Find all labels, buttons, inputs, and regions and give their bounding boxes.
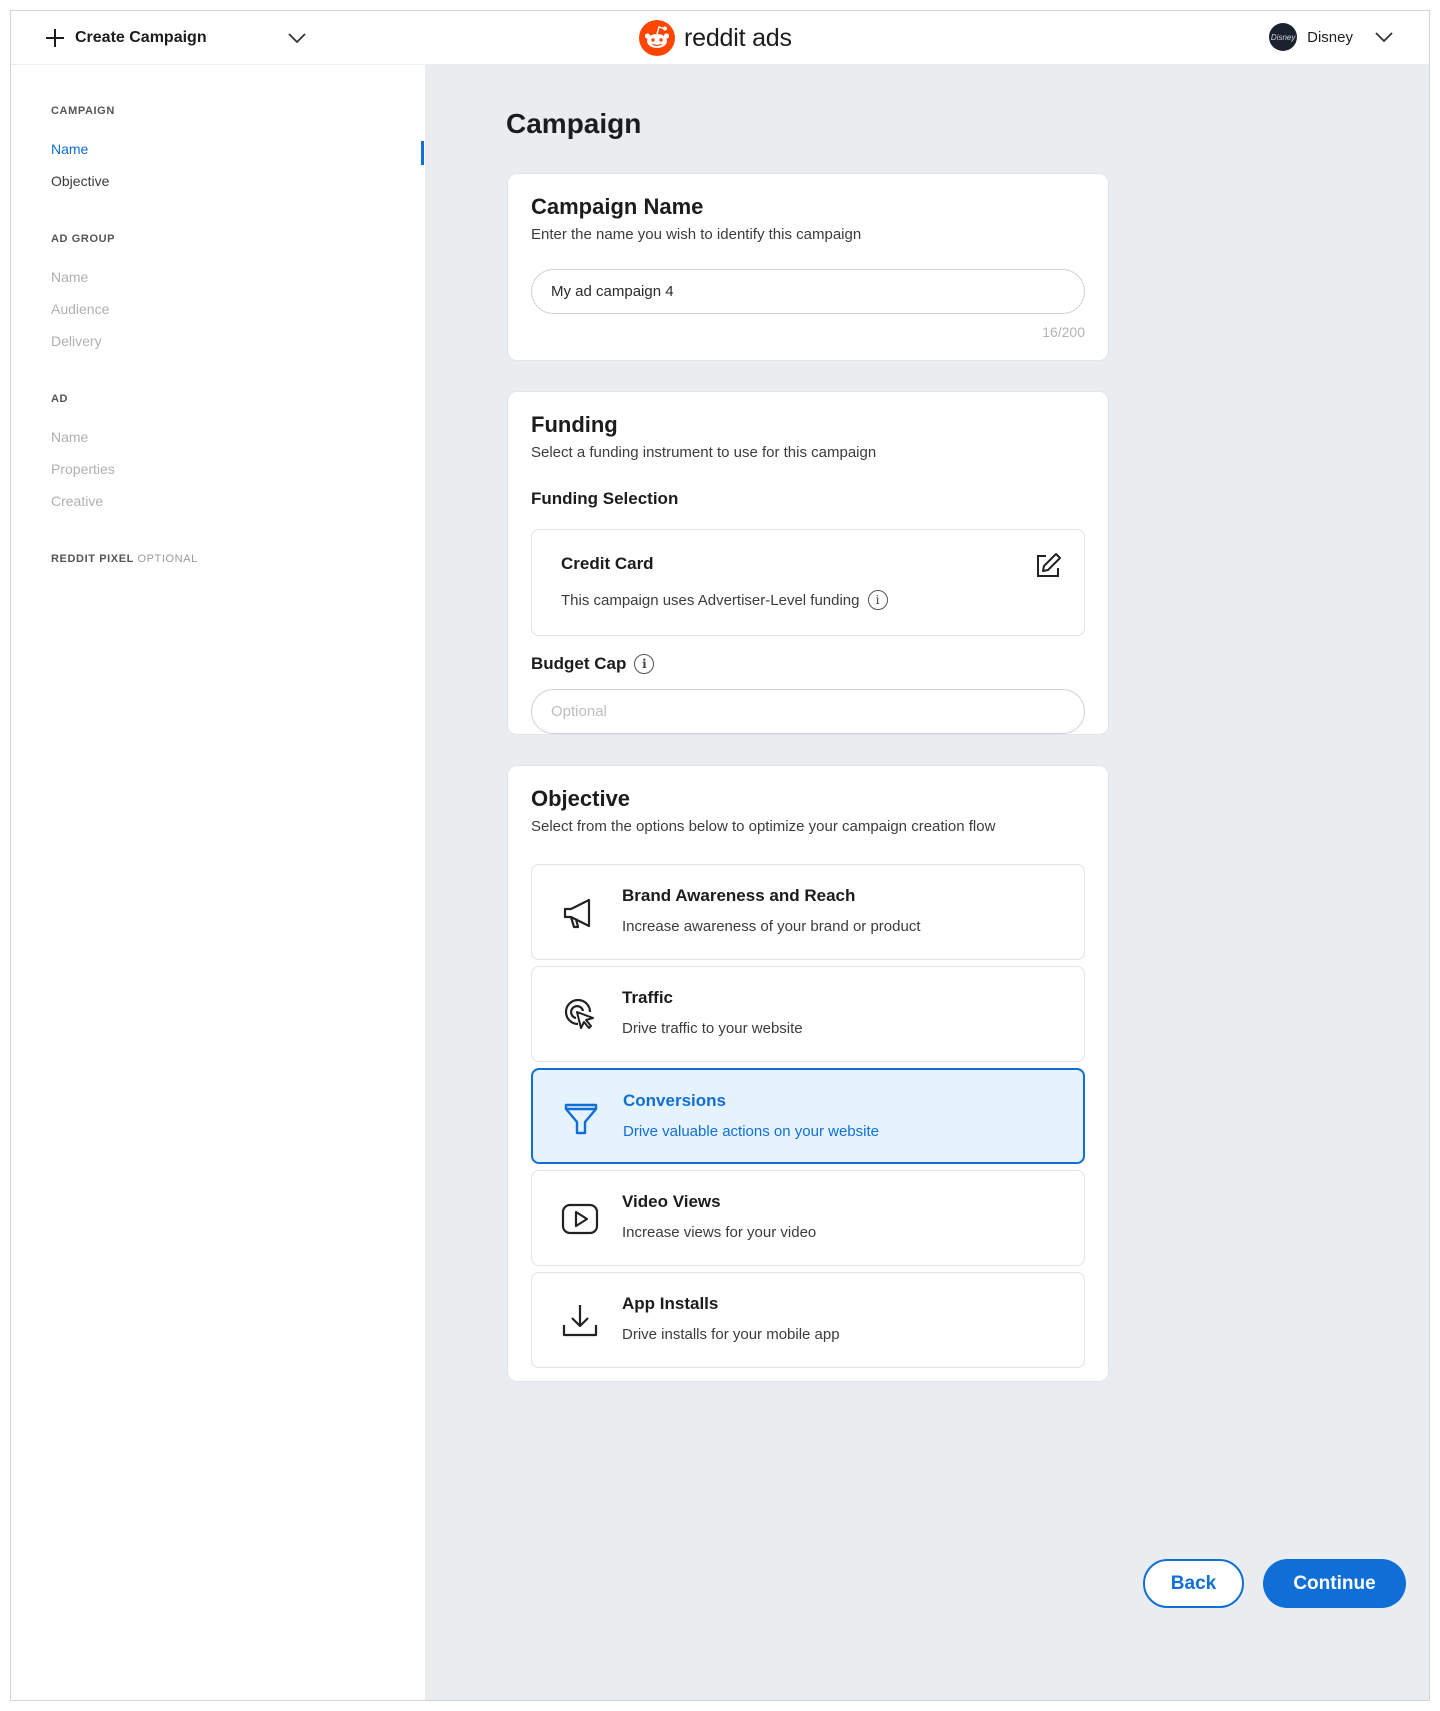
campaign-name-input[interactable]: [531, 269, 1085, 314]
sidebar-item-adgroup-audience[interactable]: Audience: [51, 301, 109, 317]
megaphone-icon: [560, 893, 600, 933]
funding-title: Funding: [531, 412, 618, 437]
option-desc: Drive traffic to your website: [622, 1020, 803, 1037]
option-title: App Installs: [622, 1294, 719, 1313]
create-menu-chevron-down-icon[interactable]: [286, 27, 308, 49]
funding-method-desc-text: This campaign uses Advertiser-Level fund…: [561, 591, 860, 609]
funding-selection-text: Funding Selection: [531, 489, 679, 508]
option-desc: Drive installs for your mobile app: [622, 1326, 840, 1343]
funding-card: Funding Select a funding instrument to u…: [507, 391, 1109, 735]
account-chevron-down-icon: [1373, 26, 1395, 48]
cursor-target-icon: [560, 995, 600, 1035]
download-icon: [560, 1301, 600, 1341]
option-desc: Increase awareness of your brand or prod…: [622, 918, 921, 935]
objective-title: Objective: [531, 786, 631, 811]
budget-info-icon[interactable]: i: [634, 654, 655, 674]
sidebar-item-ad-properties[interactable]: Properties: [51, 461, 115, 477]
sidebar-item-ad-name[interactable]: Name: [51, 429, 88, 445]
character-counter: 16/200: [1042, 324, 1085, 340]
sidebar-item-ad-creative[interactable]: Creative: [51, 493, 103, 509]
top-bar: Create Campaign reddit ads Disney Disney: [11, 11, 1429, 65]
objective-subtitle: Select from the options below to optimiz…: [531, 818, 996, 835]
option-title: Video Views: [622, 1192, 721, 1211]
option-title: Brand Awareness and Reach: [622, 886, 856, 905]
sidebar-item-campaign-objective[interactable]: Objective: [51, 173, 109, 189]
sidebar-heading-reddit-pixel[interactable]: REDDIT PIXEL OPTIONAL: [51, 553, 198, 565]
objective-option-conversions[interactable]: Conversions Drive valuable actions on yo…: [531, 1068, 1085, 1164]
sidebar-item-adgroup-delivery[interactable]: Delivery: [51, 333, 102, 349]
budget-cap-text: Budget Cap: [531, 654, 627, 673]
play-icon: [560, 1199, 600, 1239]
funding-method-desc: This campaign uses Advertiser-Level fund…: [561, 590, 888, 610]
budget-cap-label: Budget Cap i: [531, 654, 655, 674]
active-item-indicator: [421, 141, 424, 165]
page-title: Campaign: [506, 108, 642, 139]
objective-card: Objective Select from the options below …: [507, 765, 1109, 1382]
budget-cap-input[interactable]: [531, 689, 1085, 734]
campaign-name-subtitle: Enter the name you wish to identify this…: [531, 226, 862, 243]
sidebar-heading-campaign: CAMPAIGN: [51, 105, 115, 117]
reddit-ads-logo[interactable]: reddit ads: [638, 19, 792, 57]
create-campaign-button[interactable]: Create Campaign: [45, 25, 207, 51]
main-content: Campaign Campaign Name Enter the name yo…: [425, 65, 1429, 1700]
option-desc: Increase views for your video: [622, 1224, 817, 1241]
option-title: Conversions: [623, 1091, 726, 1110]
sidebar-item-adgroup-name[interactable]: Name: [51, 269, 88, 285]
create-campaign-label: Create Campaign: [75, 29, 207, 46]
option-desc: Drive valuable actions on your website: [623, 1123, 879, 1140]
edit-icon[interactable]: [1032, 550, 1064, 582]
avatar: Disney: [1269, 23, 1298, 51]
campaign-name-card: Campaign Name Enter the name you wish to…: [507, 173, 1109, 361]
app-frame: Create Campaign reddit ads Disney Disney: [10, 10, 1430, 1701]
optional-tag: OPTIONAL: [137, 553, 198, 565]
funding-selection-label: Funding Selection: [531, 489, 678, 509]
plus-icon: [45, 28, 65, 48]
continue-button[interactable]: Continue: [1263, 1559, 1406, 1608]
objective-option-app-installs[interactable]: App Installs Drive installs for your mob…: [531, 1272, 1085, 1368]
objective-option-brand-awareness[interactable]: Brand Awareness and Reach Increase aware…: [531, 864, 1085, 960]
reddit-snoo-icon: [639, 20, 675, 56]
funnel-icon: [561, 1098, 601, 1138]
account-switcher[interactable]: Disney Disney: [1269, 23, 1395, 51]
brand-wordmark: reddit ads: [684, 23, 792, 52]
funding-info-icon[interactable]: i: [867, 590, 888, 610]
avatar-logo-text: Disney: [1270, 32, 1296, 42]
funding-method-box: Credit Card This campaign uses Advertise…: [531, 529, 1085, 636]
back-button[interactable]: Back: [1143, 1559, 1244, 1608]
option-title: Traffic: [622, 988, 674, 1007]
campaign-name-title: Campaign Name: [531, 194, 704, 219]
reddit-pixel-label: REDDIT PIXEL: [51, 553, 134, 565]
sidebar-heading-ad-group: AD GROUP: [51, 233, 116, 245]
funding-subtitle: Select a funding instrument to use for t…: [531, 444, 877, 461]
account-name: Disney: [1307, 28, 1353, 46]
sidebar-heading-ad: AD: [51, 393, 69, 405]
sidebar-nav: CAMPAIGN Name Objective AD GROUP Name Au…: [11, 65, 425, 1700]
objective-option-traffic[interactable]: Traffic Drive traffic to your website: [531, 966, 1085, 1062]
sidebar-item-campaign-name[interactable]: Name: [51, 141, 88, 157]
funding-method-title: Credit Card: [561, 554, 654, 573]
objective-option-video-views[interactable]: Video Views Increase views for your vide…: [531, 1170, 1085, 1266]
